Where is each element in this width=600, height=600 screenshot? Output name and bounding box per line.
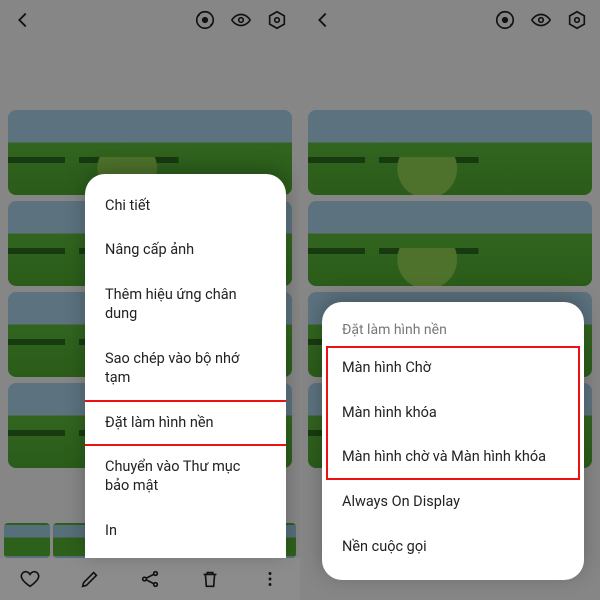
eye-icon[interactable]: [230, 9, 252, 31]
popup-title: Đặt làm hình nền: [322, 316, 584, 346]
edit-icon[interactable]: [79, 568, 101, 590]
back-icon[interactable]: [12, 9, 34, 31]
back-icon[interactable]: [312, 9, 334, 31]
popup-item-aod[interactable]: Always On Display: [322, 480, 584, 525]
share-icon[interactable]: [139, 568, 161, 590]
popup-item-both[interactable]: Màn hình chờ và Màn hình khóa: [322, 435, 584, 480]
scan-icon[interactable]: [266, 9, 288, 31]
topbar: [300, 0, 600, 40]
popup-item-call-bg[interactable]: Nền cuộc gọi: [322, 525, 584, 570]
bottom-toolbar: [0, 558, 300, 600]
wallpaper-popup: Đặt làm hình nền Màn hình Chờ Màn hình k…: [322, 302, 584, 580]
popup-item-print[interactable]: In: [85, 509, 286, 554]
popup-item-homescreen[interactable]: Màn hình Chờ: [322, 346, 584, 391]
popup-item-wallpaper[interactable]: Đặt làm hình nền: [85, 401, 286, 446]
phone-right: Đặt làm hình nền Màn hình Chờ Màn hình k…: [300, 0, 600, 600]
eye-icon[interactable]: [530, 9, 552, 31]
scan-icon[interactable]: [566, 9, 588, 31]
trash-icon[interactable]: [199, 568, 221, 590]
popup-item-secure-folder[interactable]: Chuyển vào Thư mục bảo mật: [85, 445, 286, 509]
heart-icon[interactable]: [19, 568, 41, 590]
photo-thumbnail[interactable]: [308, 110, 592, 195]
mini-thumb[interactable]: [4, 523, 50, 558]
popup-item-enhance[interactable]: Nâng cấp ảnh: [85, 228, 286, 273]
topbar: [0, 0, 300, 40]
popup-item-lockscreen[interactable]: Màn hình khóa: [322, 391, 584, 436]
options-popup: Chi tiết Nâng cấp ảnh Thêm hiệu ứng chân…: [85, 174, 286, 558]
phone-left: Chi tiết Nâng cấp ảnh Thêm hiệu ứng chân…: [0, 0, 300, 600]
remaster-icon[interactable]: [494, 9, 516, 31]
popup-item-clipboard[interactable]: Sao chép vào bộ nhớ tạm: [85, 337, 286, 401]
photo-thumbnail[interactable]: [308, 201, 592, 286]
remaster-icon[interactable]: [194, 9, 216, 31]
more-icon[interactable]: [259, 568, 281, 590]
popup-item-portrait[interactable]: Thêm hiệu ứng chân dung: [85, 273, 286, 337]
popup-item-details[interactable]: Chi tiết: [85, 184, 286, 229]
